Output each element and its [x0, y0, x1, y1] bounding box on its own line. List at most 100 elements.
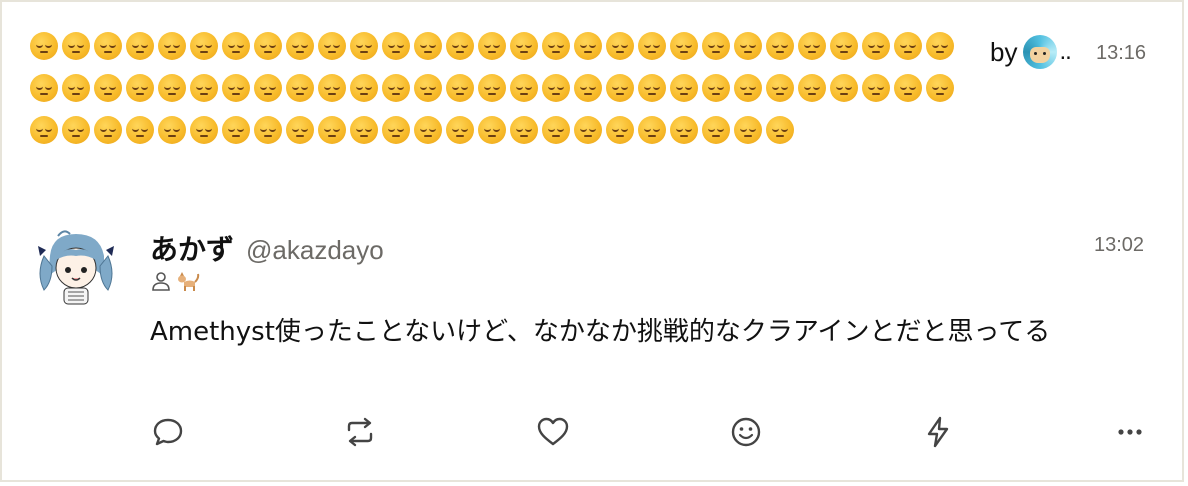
- post-time[interactable]: 13:02: [1094, 234, 1144, 257]
- pensive-face-emoji: [62, 32, 90, 60]
- pensive-face-emoji: [542, 32, 570, 60]
- pensive-face-emoji: [862, 32, 890, 60]
- pensive-face-emoji: [606, 32, 634, 60]
- pensive-face-emoji: [478, 116, 506, 144]
- pensive-face-emoji: [894, 74, 922, 102]
- pensive-face-emoji: [190, 32, 218, 60]
- pensive-face-emoji: [414, 74, 442, 102]
- pensive-face-emoji: [670, 32, 698, 60]
- by-label: by: [990, 36, 1018, 67]
- cat-icon: [176, 270, 200, 296]
- pensive-face-emoji: [350, 32, 378, 60]
- pensive-face-emoji: [702, 116, 730, 144]
- pensive-face-emoji: [542, 74, 570, 102]
- reaction-emoji-grid: [30, 32, 962, 158]
- pensive-face-emoji: [574, 116, 602, 144]
- pensive-face-emoji: [638, 32, 666, 60]
- person-icon: [150, 270, 172, 296]
- more-reactors-ellipsis[interactable]: ..: [1059, 38, 1071, 66]
- pensive-face-emoji: [734, 32, 762, 60]
- pensive-face-emoji: [94, 116, 122, 144]
- pensive-face-emoji: [158, 32, 186, 60]
- emoji-react-icon[interactable]: [726, 412, 766, 452]
- pensive-face-emoji: [862, 74, 890, 102]
- pensive-face-emoji: [638, 74, 666, 102]
- pensive-face-emoji: [318, 74, 346, 102]
- pensive-face-emoji: [318, 116, 346, 144]
- author-handle[interactable]: @akazdayo: [246, 235, 384, 266]
- pensive-face-emoji: [30, 116, 58, 144]
- pensive-face-emoji: [510, 116, 538, 144]
- post-content: Amethyst使ったことないけど、なかなか挑戦的なクラアインとだと思ってる: [150, 317, 1051, 347]
- pensive-face-emoji: [446, 32, 474, 60]
- author-badges: [150, 270, 200, 296]
- pensive-face-emoji: [766, 74, 794, 102]
- pensive-face-emoji: [126, 74, 154, 102]
- pensive-face-emoji: [62, 116, 90, 144]
- pensive-face-emoji: [798, 74, 826, 102]
- pensive-face-emoji: [606, 74, 634, 102]
- reactor-avatar[interactable]: [1023, 35, 1058, 69]
- pensive-face-emoji: [350, 116, 378, 144]
- reply-icon[interactable]: [148, 412, 188, 452]
- pensive-face-emoji: [766, 116, 794, 144]
- pensive-face-emoji: [254, 74, 282, 102]
- pensive-face-emoji: [638, 116, 666, 144]
- post-header: あかず @akazdayo: [150, 228, 384, 268]
- pensive-face-emoji: [670, 116, 698, 144]
- pensive-face-emoji: [254, 116, 282, 144]
- pensive-face-emoji: [606, 116, 634, 144]
- pensive-face-emoji: [222, 116, 250, 144]
- repost-icon[interactable]: [340, 412, 380, 452]
- pensive-face-emoji: [414, 32, 442, 60]
- pensive-face-emoji: [670, 74, 698, 102]
- pensive-face-emoji: [574, 32, 602, 60]
- pensive-face-emoji: [30, 74, 58, 102]
- pensive-face-emoji: [542, 116, 570, 144]
- pensive-face-emoji: [382, 116, 410, 144]
- pensive-face-emoji: [798, 32, 826, 60]
- pensive-face-emoji: [222, 74, 250, 102]
- pensive-face-emoji: [478, 32, 506, 60]
- pensive-face-emoji: [702, 32, 730, 60]
- pensive-face-emoji: [926, 74, 954, 102]
- pensive-face-emoji: [126, 116, 154, 144]
- pensive-face-emoji: [286, 74, 314, 102]
- pensive-face-emoji: [926, 32, 954, 60]
- pensive-face-emoji: [158, 74, 186, 102]
- pensive-face-emoji: [478, 74, 506, 102]
- pensive-face-emoji: [62, 74, 90, 102]
- reaction-row: [30, 32, 970, 158]
- pensive-face-emoji: [30, 32, 58, 60]
- pensive-face-emoji: [382, 74, 410, 102]
- pensive-face-emoji: [894, 32, 922, 60]
- pensive-face-emoji: [286, 32, 314, 60]
- pensive-face-emoji: [318, 32, 346, 60]
- zap-icon[interactable]: [918, 412, 958, 452]
- heart-icon[interactable]: [533, 412, 573, 452]
- author-display-name[interactable]: あかず: [150, 228, 234, 268]
- pensive-face-emoji: [766, 32, 794, 60]
- reaction-by[interactable]: by ..: [990, 35, 1072, 69]
- pensive-face-emoji: [350, 74, 378, 102]
- pensive-face-emoji: [94, 74, 122, 102]
- pensive-face-emoji: [510, 32, 538, 60]
- pensive-face-emoji: [414, 116, 442, 144]
- pensive-face-emoji: [830, 74, 858, 102]
- pensive-face-emoji: [446, 74, 474, 102]
- pensive-face-emoji: [254, 32, 282, 60]
- pensive-face-emoji: [286, 116, 314, 144]
- pensive-face-emoji: [830, 32, 858, 60]
- pensive-face-emoji: [126, 32, 154, 60]
- pensive-face-emoji: [158, 116, 186, 144]
- pensive-face-emoji: [734, 116, 762, 144]
- more-icon[interactable]: [1110, 412, 1150, 452]
- author-avatar[interactable]: [34, 226, 118, 310]
- pensive-face-emoji: [574, 74, 602, 102]
- pensive-face-emoji: [190, 74, 218, 102]
- pensive-face-emoji: [190, 116, 218, 144]
- pensive-face-emoji: [94, 32, 122, 60]
- pensive-face-emoji: [222, 32, 250, 60]
- pensive-face-emoji: [382, 32, 410, 60]
- pensive-face-emoji: [446, 116, 474, 144]
